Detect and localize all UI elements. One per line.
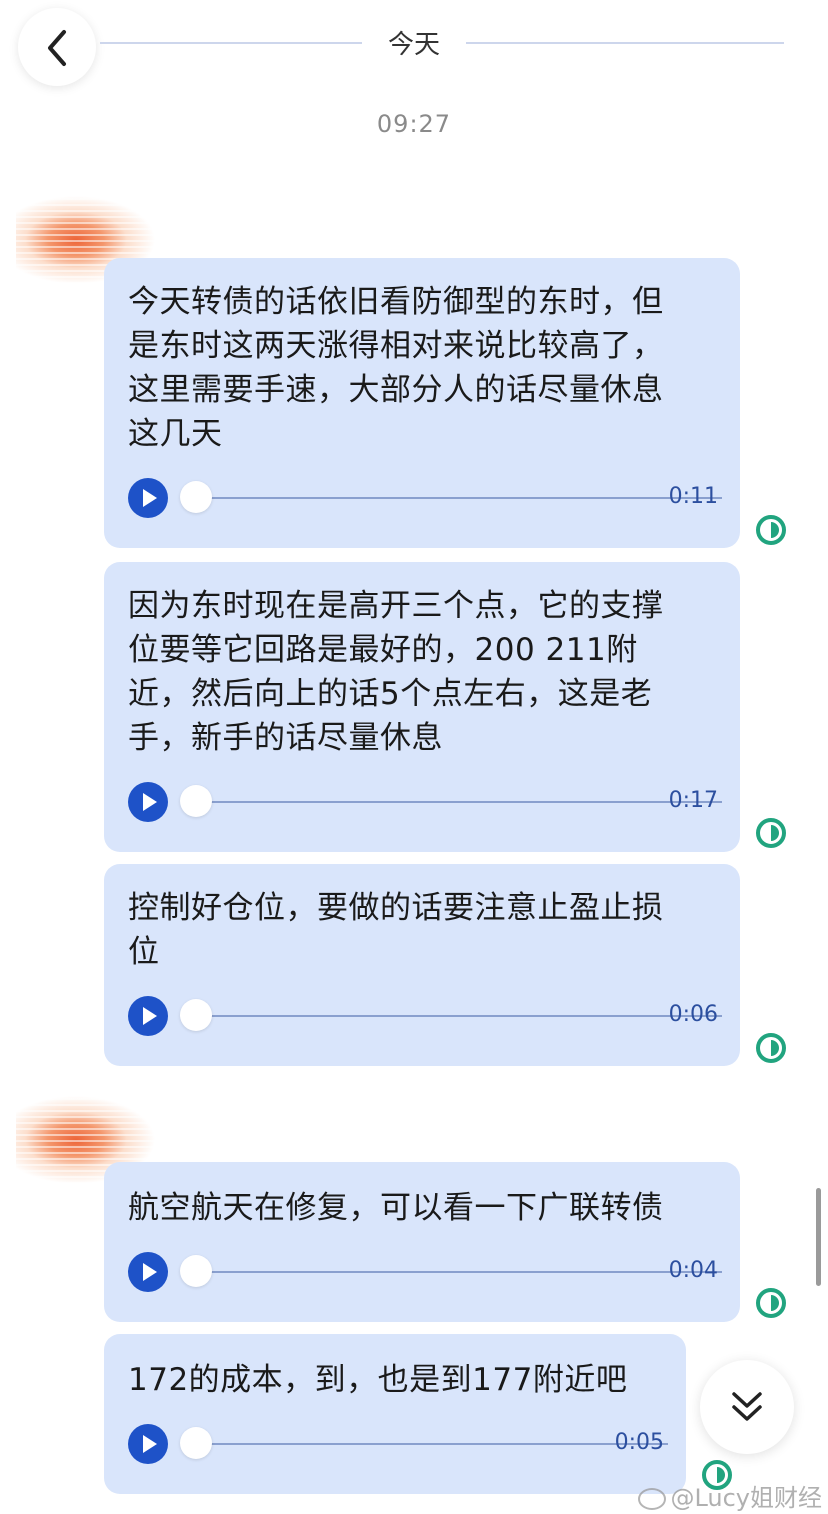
audio-duration: 0:04 bbox=[668, 1258, 718, 1283]
scroll-to-bottom-button[interactable] bbox=[700, 1360, 794, 1454]
voice-message-bubble[interactable]: 今天转债的话依旧看防御型的东时，但 是东时这两天涨得相对来说比较高了， 这里需要… bbox=[104, 258, 740, 548]
audio-progress-track[interactable] bbox=[182, 801, 722, 803]
back-button[interactable] bbox=[18, 8, 96, 86]
play-icon[interactable] bbox=[128, 782, 168, 822]
transcript-text: 172的成本，到，也是到177附近吧 bbox=[128, 1362, 628, 1398]
message-timestamp: 09:27 bbox=[376, 110, 452, 138]
play-icon[interactable] bbox=[128, 996, 168, 1036]
play-icon[interactable] bbox=[128, 478, 168, 518]
top-bar: 今天 bbox=[0, 0, 828, 90]
audio-progress-knob[interactable] bbox=[180, 1427, 212, 1459]
voice-message-bubble[interactable]: 172的成本，到，也是到177附近吧 0:05 bbox=[104, 1334, 686, 1494]
audio-player[interactable]: 0:11 bbox=[128, 478, 722, 518]
voice-message-bubble[interactable]: 控制好仓位，要做的话要注意止盈止损 位 0:06 bbox=[104, 864, 740, 1066]
transcript-text: 今天转债的话依旧看防御型的东时，但 是东时这两天涨得相对来说比较高了， 这里需要… bbox=[128, 284, 664, 452]
audio-duration: 0:11 bbox=[668, 484, 718, 509]
scrollbar[interactable] bbox=[816, 1188, 821, 1286]
watermark-text: @Lucy姐财经 bbox=[670, 1484, 822, 1512]
audio-progress-knob[interactable] bbox=[180, 785, 212, 817]
audio-progress-track[interactable] bbox=[182, 497, 722, 499]
read-status-icon bbox=[756, 818, 786, 848]
chevron-left-icon bbox=[48, 30, 66, 66]
voice-message-bubble[interactable]: 因为东时现在是高开三个点，它的支撑 位要等它回路是最好的，200 211附 近，… bbox=[104, 562, 740, 852]
play-icon[interactable] bbox=[128, 1252, 168, 1292]
transcript-text: 控制好仓位，要做的话要注意止盈止损 位 bbox=[128, 890, 664, 970]
audio-progress-knob[interactable] bbox=[180, 1255, 212, 1287]
transcript-text: 因为东时现在是高开三个点，它的支撑 位要等它回路是最好的，200 211附 近，… bbox=[128, 588, 664, 756]
audio-duration: 0:05 bbox=[614, 1430, 664, 1455]
audio-player[interactable]: 0:04 bbox=[128, 1252, 722, 1292]
audio-progress-track[interactable] bbox=[182, 1015, 722, 1017]
audio-player[interactable]: 0:06 bbox=[128, 996, 722, 1036]
audio-progress-knob[interactable] bbox=[180, 481, 212, 513]
audio-progress-knob[interactable] bbox=[180, 999, 212, 1031]
double-chevron-down-icon bbox=[732, 1392, 762, 1421]
voice-message-bubble[interactable]: 航空航天在修复，可以看一下广联转债 0:04 bbox=[104, 1162, 740, 1322]
audio-duration: 0:06 bbox=[668, 1002, 718, 1027]
read-status-icon bbox=[756, 1288, 786, 1318]
audio-progress-track[interactable] bbox=[182, 1443, 668, 1445]
watermark: @Lucy姐财经 bbox=[638, 1478, 822, 1513]
read-status-icon bbox=[756, 515, 786, 545]
date-separator-label: 今天 bbox=[387, 30, 440, 60]
divider-left bbox=[100, 42, 362, 44]
divider-right bbox=[466, 42, 784, 44]
transcript-text: 航空航天在修复，可以看一下广联转债 bbox=[128, 1190, 664, 1226]
read-status-icon bbox=[756, 1033, 786, 1063]
audio-duration: 0:17 bbox=[668, 788, 718, 813]
audio-player[interactable]: 0:17 bbox=[128, 782, 722, 822]
play-icon[interactable] bbox=[128, 1424, 168, 1464]
audio-progress-track[interactable] bbox=[182, 1271, 722, 1273]
audio-player[interactable]: 0:05 bbox=[128, 1424, 668, 1464]
weibo-icon bbox=[638, 1488, 667, 1510]
